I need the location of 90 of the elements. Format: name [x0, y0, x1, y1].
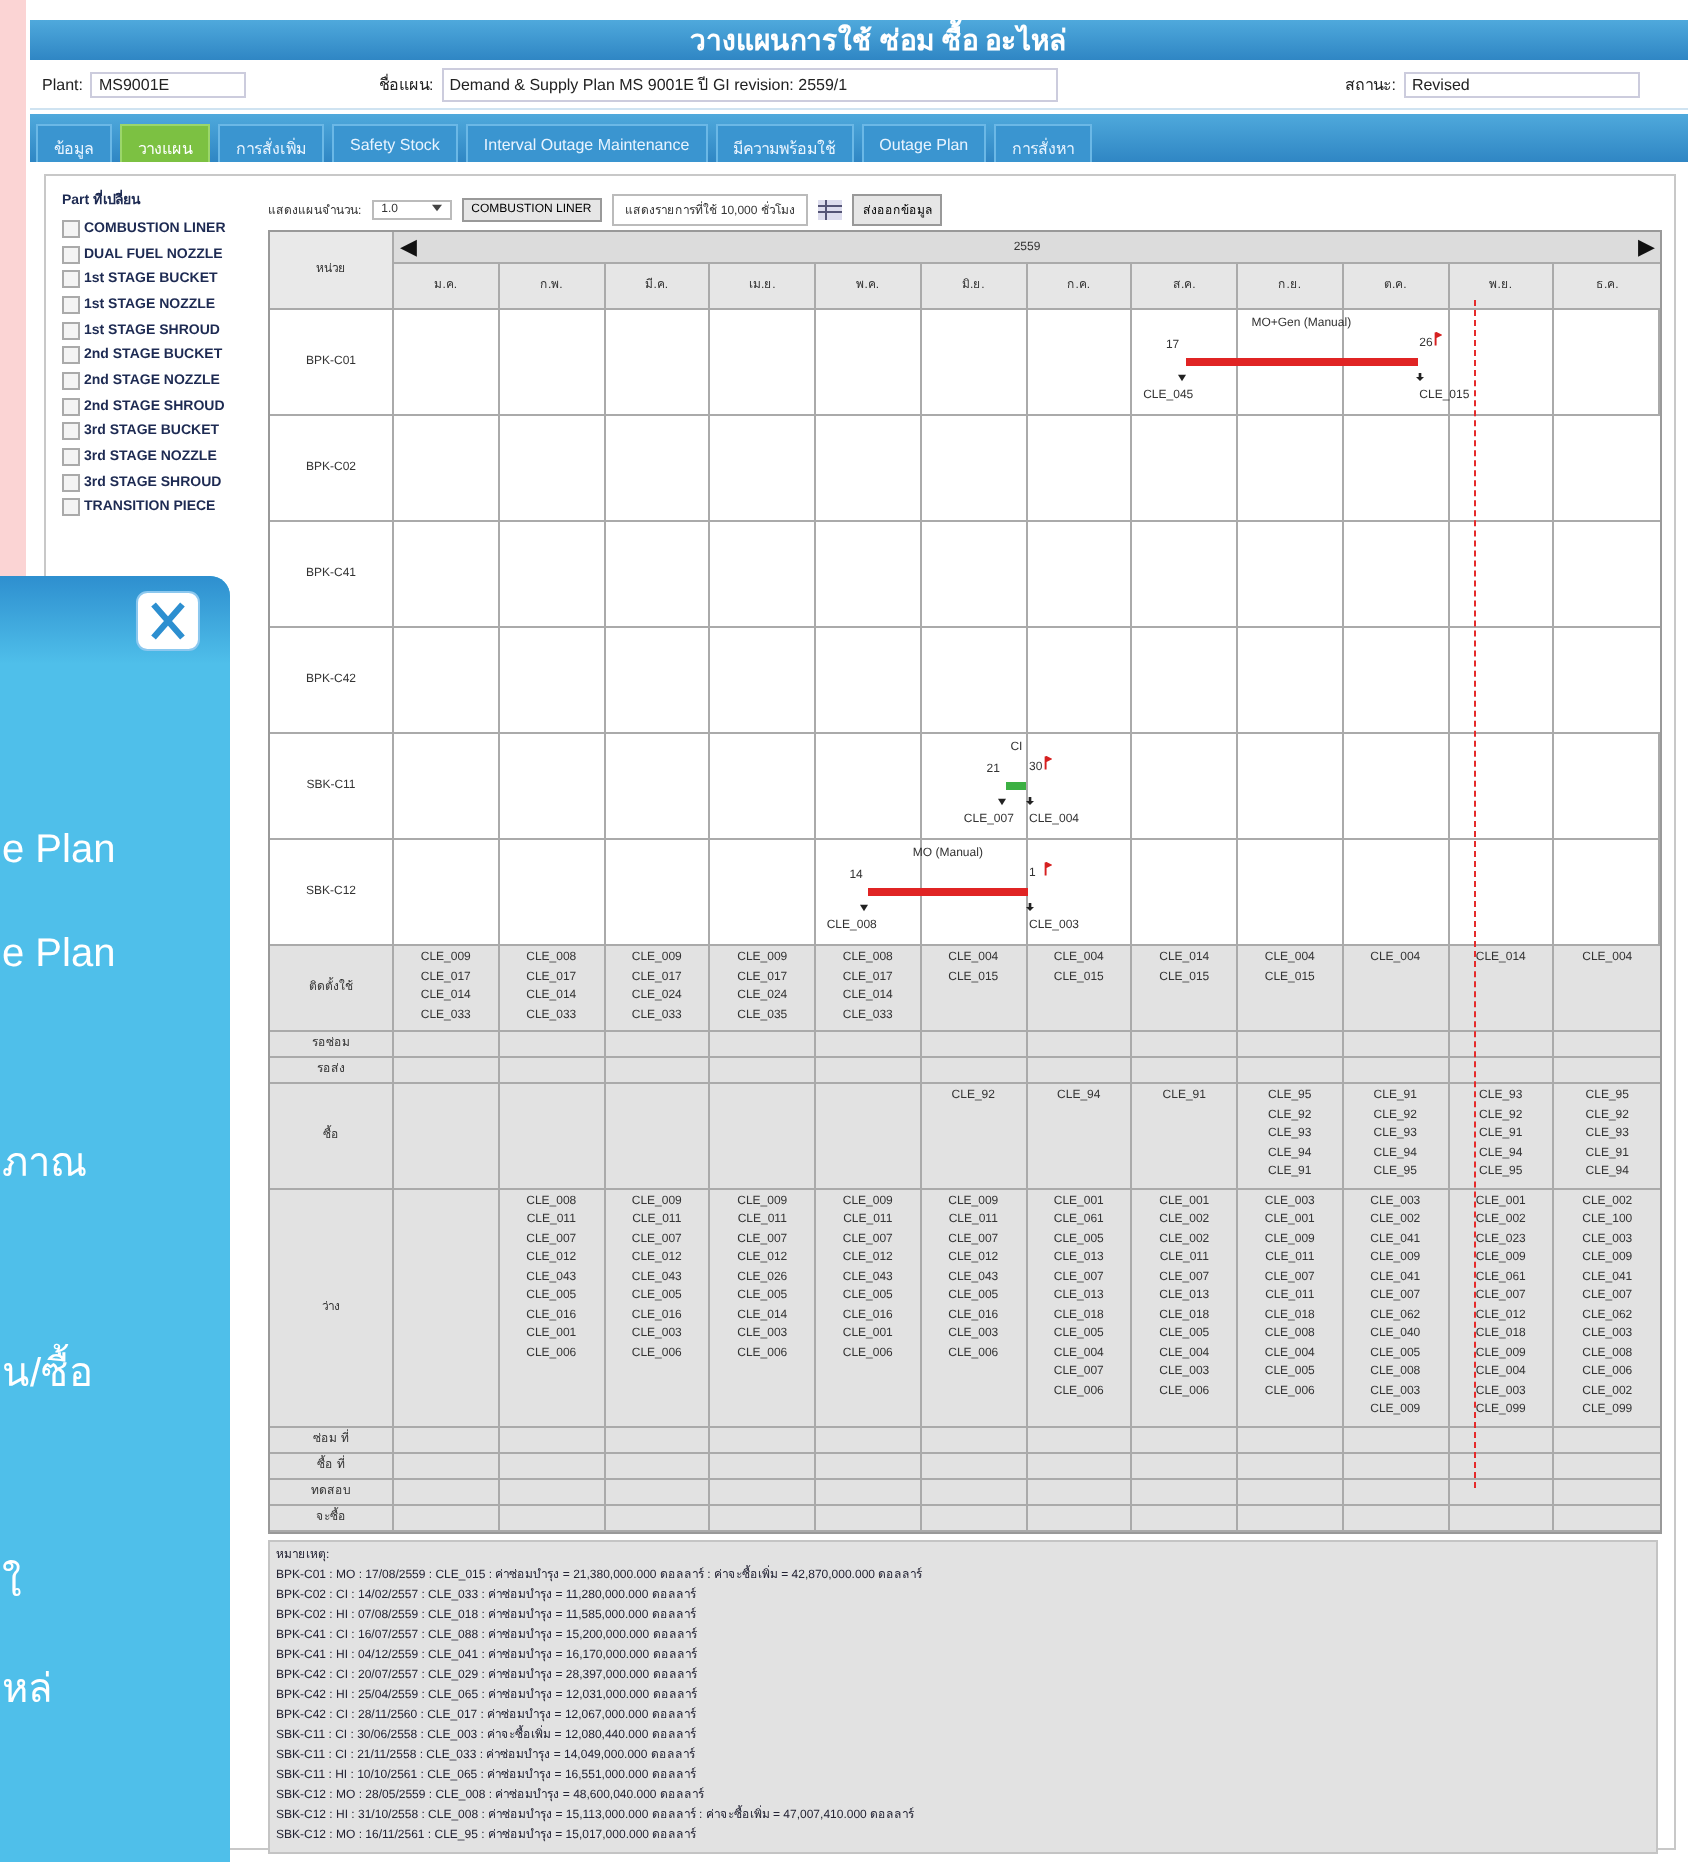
table-cell — [1449, 1479, 1555, 1505]
table-cell — [816, 1479, 922, 1505]
menu-item[interactable]: หล่ — [0, 1659, 52, 1719]
plan-name-field[interactable]: Demand & Supply Plan MS 9001E ปี GI revision: 2559/1 — [441, 67, 1058, 101]
tab[interactable]: การสั่งหา — [994, 124, 1093, 162]
tab[interactable]: มีความพร้อมใช้ — [715, 124, 854, 162]
table-cell — [1554, 1453, 1660, 1479]
table-cell — [1343, 1505, 1449, 1531]
table-cell — [605, 1505, 711, 1531]
tab[interactable]: Safety Stock — [332, 124, 458, 162]
menu-item[interactable]: น/ซื้อ — [0, 1344, 94, 1404]
checkbox[interactable] — [62, 346, 80, 365]
flag-icon — [1043, 862, 1051, 876]
menu-item[interactable]: e Plan — [0, 819, 116, 879]
checkbox[interactable] — [62, 371, 80, 390]
checkbox[interactable] — [62, 219, 80, 238]
checkbox[interactable] — [62, 422, 80, 441]
table-cell — [1132, 1505, 1238, 1531]
menu-item[interactable]: e Plan — [0, 924, 116, 984]
table-icon[interactable] — [818, 200, 843, 220]
tab[interactable]: วางแผน — [120, 124, 210, 162]
flag-icon — [1043, 756, 1051, 770]
table-cell — [710, 1505, 816, 1531]
table-cell — [1554, 1479, 1660, 1505]
table-cell — [921, 1479, 1027, 1505]
table-cell — [394, 1505, 500, 1531]
table-cell — [1132, 1479, 1238, 1505]
table-cell — [710, 1479, 816, 1505]
table-cell — [1238, 1453, 1344, 1479]
table-cell — [1449, 1505, 1555, 1531]
previous-year-button[interactable]: ◀ — [400, 234, 416, 260]
checkbox[interactable] — [62, 321, 80, 340]
checkbox[interactable] — [62, 295, 80, 314]
menu-item[interactable]: ภาณ — [0, 1134, 88, 1194]
status-field[interactable]: Revised — [1403, 71, 1640, 97]
plant-field[interactable]: MS9001E — [90, 71, 247, 97]
checkbox[interactable] — [62, 245, 80, 264]
table-cell — [1343, 1453, 1449, 1479]
start-marker-icon — [860, 904, 869, 912]
table-cell — [499, 1479, 605, 1505]
tab[interactable]: ข้อมูล — [36, 124, 112, 162]
table-cell — [710, 1058, 816, 1084]
table-cell — [394, 1084, 500, 1189]
table-cell — [499, 1453, 605, 1479]
table-cell — [499, 1505, 605, 1531]
close-icon[interactable] — [134, 589, 202, 651]
table-cell — [1027, 1453, 1133, 1479]
table-cell — [921, 1505, 1027, 1531]
table-cell — [499, 1058, 605, 1084]
end-marker-icon — [1415, 372, 1424, 382]
flag-icon — [1433, 332, 1442, 346]
plant-label: Plant: — [42, 75, 83, 93]
end-marker-icon — [1025, 902, 1033, 912]
table-cell — [1554, 1505, 1660, 1531]
table-cell — [605, 1453, 711, 1479]
next-year-button[interactable]: ▶ — [1637, 234, 1654, 260]
page-title: วางแผนการใช้ ซ่อม ซื้อ อะไหล่ — [30, 20, 1688, 60]
tab[interactable]: การสั่งเพิ่ม — [218, 124, 324, 162]
start-marker-icon — [997, 798, 1006, 806]
table-cell — [1027, 1505, 1133, 1531]
end-marker-icon — [1025, 796, 1033, 806]
tab[interactable]: Interval Outage Maintenance — [465, 124, 708, 162]
gantt-bar[interactable] — [1005, 782, 1027, 790]
checkbox[interactable] — [62, 397, 80, 416]
table-cell — [816, 1058, 922, 1084]
table-cell — [816, 1505, 922, 1531]
dropdown-icon — [431, 204, 442, 212]
checkbox[interactable] — [62, 270, 80, 289]
checkbox[interactable] — [62, 498, 80, 517]
table-cell — [605, 1058, 711, 1084]
table-cell — [394, 1479, 500, 1505]
table-cell — [1132, 1453, 1238, 1479]
table-cell — [1238, 1505, 1344, 1531]
table-cell — [394, 1427, 500, 1453]
table-cell — [1238, 1479, 1344, 1505]
tab[interactable]: Outage Plan — [861, 124, 987, 162]
table-cell — [1343, 1479, 1449, 1505]
table-cell — [605, 1479, 711, 1505]
menu-item[interactable]: ใ — [0, 1554, 22, 1614]
table-cell — [394, 1453, 500, 1479]
start-marker-icon — [1177, 374, 1186, 382]
table-cell — [710, 1453, 816, 1479]
table-cell — [921, 1453, 1027, 1479]
checkbox[interactable] — [62, 448, 80, 467]
checkbox[interactable] — [62, 473, 80, 492]
table-cell — [816, 1453, 922, 1479]
table-cell — [1027, 1479, 1133, 1505]
plan-name-label: ชื่อแผน: — [378, 72, 434, 97]
table-cell — [394, 1058, 500, 1084]
status-label: สถานะ: — [1345, 73, 1396, 97]
